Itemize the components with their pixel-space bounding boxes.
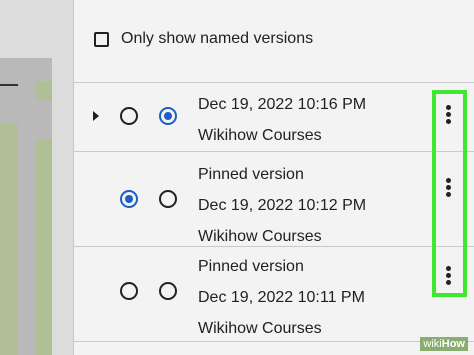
background-block	[36, 140, 52, 355]
background-document-edge	[0, 0, 73, 355]
only-named-versions-label: Only show named versions	[121, 30, 314, 47]
background-line	[0, 84, 18, 86]
compare-radio-a[interactable]	[120, 107, 138, 125]
version-timestamp: Dec 19, 2022 10:11 PM	[198, 289, 365, 306]
version-author: Wikihow Courses	[198, 320, 322, 337]
highlight-box	[432, 90, 467, 297]
expand-triangle-icon[interactable]	[93, 111, 99, 121]
version-history-panel: Only show named versions Dec 19, 2022 10…	[73, 0, 474, 355]
compare-radio-a[interactable]	[120, 282, 138, 300]
background-block	[36, 82, 52, 100]
version-row[interactable]: Pinned version Dec 19, 2022 10:11 PM Wik…	[74, 247, 474, 355]
compare-radio-b[interactable]	[159, 107, 177, 125]
version-row[interactable]: Pinned version Dec 19, 2022 10:12 PM Wik…	[74, 152, 474, 245]
named-versions-filter[interactable]: Only show named versions	[94, 30, 313, 48]
background-block	[0, 123, 18, 355]
version-timestamp: Dec 19, 2022 10:16 PM	[198, 96, 367, 113]
version-name: Pinned version	[198, 166, 304, 183]
version-name: Pinned version	[198, 258, 304, 275]
compare-radio-b[interactable]	[159, 282, 177, 300]
only-named-versions-checkbox[interactable]	[94, 31, 109, 47]
version-row[interactable]: Dec 19, 2022 10:16 PM Wikihow Courses	[74, 83, 474, 150]
wikihow-watermark: wikiHow	[420, 337, 468, 351]
compare-radio-b[interactable]	[159, 190, 177, 208]
divider	[74, 341, 474, 342]
version-timestamp: Dec 19, 2022 10:12 PM	[198, 197, 367, 214]
compare-radio-a[interactable]	[120, 190, 138, 208]
